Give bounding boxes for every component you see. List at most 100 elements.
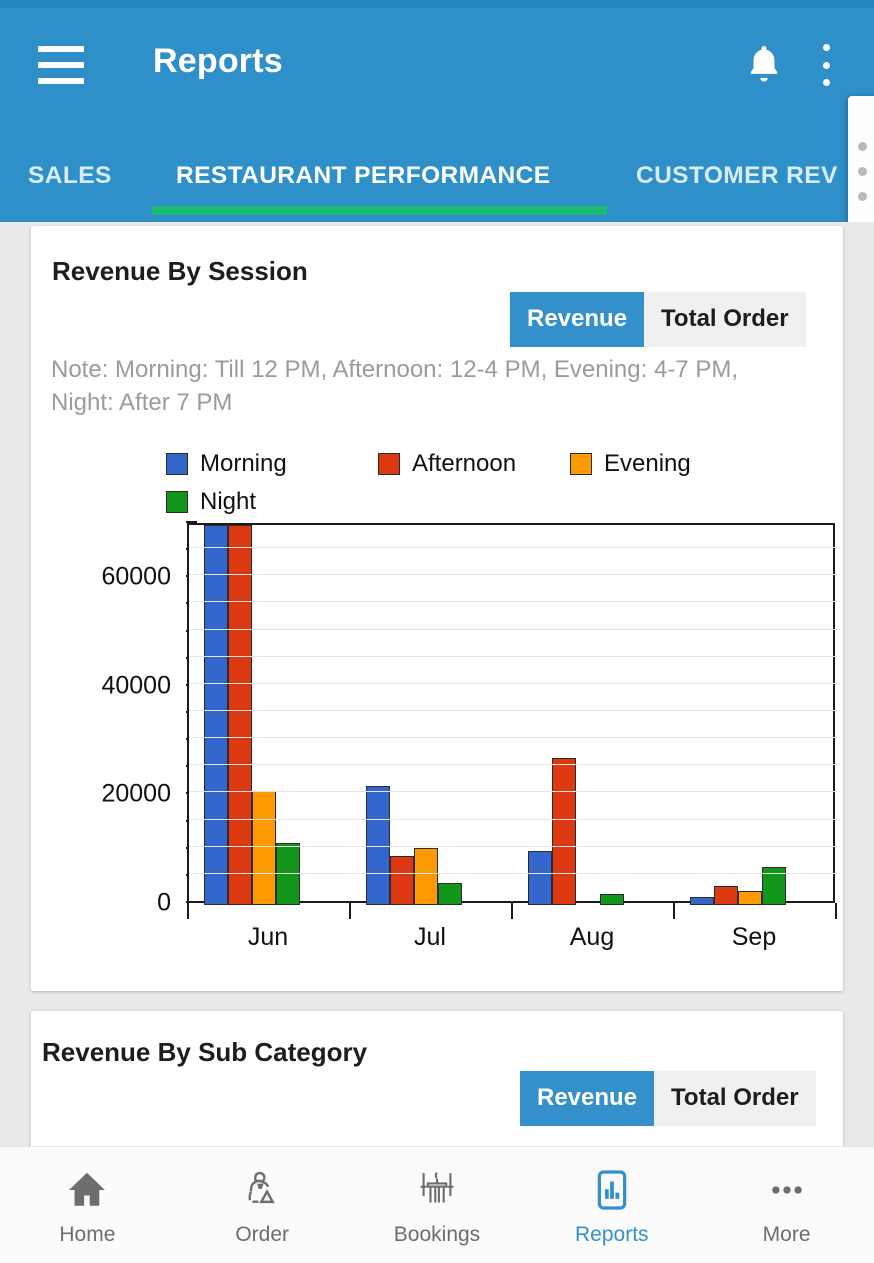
nav-item-reports[interactable]: Reports: [524, 1147, 699, 1263]
bar-morning-jun[interactable]: [204, 525, 228, 905]
x-axis-tick: [835, 903, 837, 919]
waiter-icon: [239, 1163, 285, 1217]
chart-x-axis: Jun Jul Aug Sep: [187, 903, 837, 963]
kebab-dot: [822, 61, 830, 69]
session-toggle-total-order[interactable]: Total Order: [644, 292, 806, 347]
nav-label-order: Order: [235, 1223, 290, 1246]
legend-item-morning[interactable]: Morning: [166, 448, 378, 480]
peek-dot: [858, 192, 867, 201]
kebab-dot: [822, 44, 830, 51]
bar-afternoon-aug[interactable]: [552, 758, 576, 905]
chart-y-axis: 0 20000 40000 60000: [87, 521, 197, 917]
revenue-by-session-card: Revenue By Session Revenue Total Order N…: [31, 226, 843, 991]
bottom-navigation-bar: Home Order Bookings Reports More: [0, 1146, 874, 1263]
bar-group: [690, 525, 786, 905]
tab-active-indicator: [152, 206, 607, 215]
status-bar-strip: [0, 0, 874, 8]
legend-label-afternoon: Afternoon: [412, 450, 517, 477]
nav-item-more[interactable]: More: [699, 1147, 874, 1263]
legend-swatch-afternoon: [378, 453, 400, 475]
legend-item-night[interactable]: Night: [166, 486, 378, 518]
x-axis-label-aug: Aug: [569, 923, 615, 951]
y-axis-label: 0: [157, 888, 171, 917]
chart-bars: [189, 525, 837, 905]
subcategory-toggle-revenue[interactable]: Revenue: [520, 1071, 655, 1126]
card-title-revenue-by-subcategory: Revenue By Sub Category: [42, 1037, 368, 1067]
session-metric-toggle[interactable]: Revenue Total Order: [510, 292, 806, 347]
subcategory-metric-toggle[interactable]: Revenue Total Order: [520, 1071, 816, 1126]
bar-night-jul[interactable]: [438, 883, 462, 905]
chart-legend: Morning Afternoon Evening Night: [166, 448, 806, 524]
side-peek-more-icon[interactable]: [858, 142, 867, 201]
hamburger-line: [38, 62, 84, 68]
x-axis-tick: [187, 903, 189, 919]
x-axis-tick: [349, 903, 351, 919]
x-axis-label-jul: Jul: [414, 923, 446, 951]
chart-gridline: [189, 710, 837, 711]
notification-bell-icon[interactable]: [742, 42, 786, 86]
nav-label-bookings: Bookings: [393, 1223, 481, 1246]
bar-evening-jul[interactable]: [414, 848, 438, 905]
chart-gridline: [189, 845, 837, 847]
card-title-revenue-by-session: Revenue By Session: [52, 256, 308, 286]
chart-gridline: [189, 737, 837, 739]
tab-customer-reviews[interactable]: CUSTOMER REV: [636, 148, 838, 204]
nav-label-home: Home: [59, 1223, 116, 1246]
hamburger-line: [38, 46, 84, 52]
nav-label-reports: Reports: [575, 1223, 649, 1246]
legend-item-evening[interactable]: Evening: [570, 448, 750, 480]
peek-dot: [858, 142, 867, 151]
bar-morning-aug[interactable]: [528, 850, 552, 905]
nav-item-order[interactable]: Order: [175, 1147, 350, 1263]
x-axis-tick: [673, 903, 675, 919]
session-toggle-revenue[interactable]: Revenue: [510, 292, 645, 347]
chart-gridline: [189, 818, 837, 820]
chart-gridline: [189, 872, 837, 874]
chart-gridline: [189, 628, 837, 630]
chart-gridline: [189, 574, 837, 576]
bar-evening-jun[interactable]: [252, 791, 276, 905]
legend-swatch-morning: [166, 453, 188, 475]
y-axis-label: 60000: [101, 562, 171, 591]
x-axis-label-sep: Sep: [731, 923, 777, 951]
home-icon: [64, 1163, 110, 1217]
app-bar: Reports SALES RESTAURANT PERFORMANCE CUS…: [0, 0, 874, 222]
bar-group: [366, 525, 462, 905]
chart-gridline: [189, 682, 837, 684]
session-note-text: Note: Morning: Till 12 PM, Afternoon: 12…: [51, 356, 738, 416]
tab-restaurant-performance[interactable]: RESTAURANT PERFORMANCE: [176, 148, 550, 204]
tab-sales[interactable]: SALES: [28, 148, 112, 204]
legend-label-evening: Evening: [604, 450, 691, 477]
page-title: Reports: [153, 42, 283, 80]
ellipsis-icon: [764, 1163, 810, 1217]
bar-afternoon-jun[interactable]: [228, 525, 252, 905]
x-axis-label-jun: Jun: [247, 923, 289, 951]
peek-dot: [858, 167, 867, 176]
legend-swatch-evening: [570, 453, 592, 475]
x-axis-tick: [511, 903, 513, 919]
chart-gridline: [189, 601, 837, 603]
chart-gridline: [189, 547, 837, 549]
hamburger-menu-icon[interactable]: [38, 46, 84, 84]
chart-gridline: [189, 764, 837, 766]
scroll-content[interactable]: Revenue By Session Revenue Total Order N…: [0, 222, 874, 1181]
y-axis-label: 20000: [101, 779, 171, 808]
nav-item-bookings[interactable]: Bookings: [350, 1147, 525, 1263]
legend-label-morning: Morning: [200, 450, 287, 477]
bar-chart-icon: [589, 1163, 635, 1217]
chart-plot-area: [187, 523, 837, 905]
bar-group: [528, 525, 624, 905]
kebab-dot: [822, 79, 830, 86]
bar-afternoon-jul[interactable]: [390, 856, 414, 905]
hamburger-line: [38, 78, 84, 84]
subcategory-toggle-total-order[interactable]: Total Order: [654, 1071, 816, 1126]
legend-item-afternoon[interactable]: Afternoon: [378, 448, 570, 480]
nav-item-home[interactable]: Home: [0, 1147, 175, 1263]
nav-label-more: More: [762, 1223, 811, 1246]
chart-gridline: [189, 655, 837, 657]
bar-group: [204, 525, 300, 905]
legend-label-night: Night: [200, 488, 257, 515]
more-vertical-icon[interactable]: [812, 44, 840, 86]
y-axis-label: 40000: [101, 671, 171, 700]
legend-swatch-night: [166, 491, 188, 513]
